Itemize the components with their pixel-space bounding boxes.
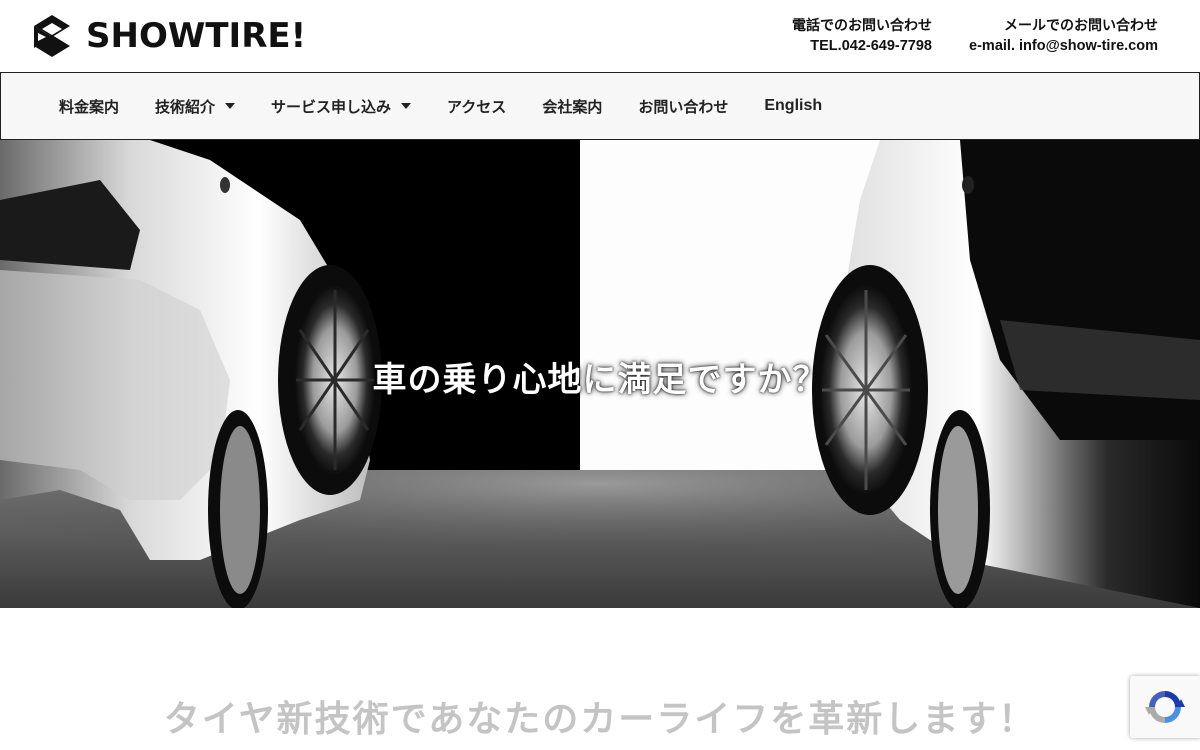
nav-item-label: 技術紹介: [155, 97, 216, 116]
hero-banner: 車の乗り心地に満足ですか？: [0, 140, 1200, 608]
recaptcha-icon: [1145, 691, 1185, 723]
nav-item-company[interactable]: 会社案内: [524, 73, 620, 139]
nav-item-label: アクセス: [447, 97, 507, 116]
email-address[interactable]: e-mail. info@show-tire.com: [969, 36, 1158, 56]
nav-item-pricing[interactable]: 料金案内: [41, 73, 137, 139]
phone-number[interactable]: TEL.042-649-7798: [792, 36, 932, 56]
chevron-down-icon: [225, 103, 236, 109]
nav-item-contact[interactable]: お問い合わせ: [620, 73, 746, 139]
mail-contact: メールでのお問い合わせ e-mail. info@show-tire.com: [969, 16, 1158, 56]
phone-contact-label: 電話でのお問い合わせ: [792, 18, 932, 34]
nav-item-access[interactable]: アクセス: [429, 73, 524, 139]
nav-item-service-application[interactable]: サービス申し込み: [253, 73, 429, 139]
recaptcha-badge[interactable]: [1130, 676, 1200, 738]
nav-item-label: 料金案内: [59, 97, 120, 116]
hero-headline: 車の乗り心地に満足ですか？: [372, 360, 828, 400]
mail-contact-label: メールでのお問い合わせ: [1004, 18, 1158, 34]
chevron-down-icon: [401, 103, 412, 109]
nav-item-label: 会社案内: [542, 97, 603, 116]
nav-item-label: お問い合わせ: [638, 97, 729, 116]
nav-item-technology[interactable]: 技術紹介: [137, 73, 253, 139]
site-logo[interactable]: SHOWTIRE!: [32, 13, 306, 59]
nav-item-label: English: [764, 97, 823, 114]
intro-heading: タイヤ新技術であなたのカーライフを革新します！: [163, 699, 1037, 740]
site-header: SHOWTIRE! 電話でのお問い合わせ TEL.042-649-7798 メー…: [0, 0, 1200, 72]
showtire-logo-icon: [34, 15, 70, 57]
nav-item-label: サービス申し込み: [271, 97, 392, 116]
phone-contact: 電話でのお問い合わせ TEL.042-649-7798: [792, 16, 932, 56]
brand-name: SHOWTIRE!: [86, 16, 307, 56]
main-nav: 料金案内 技術紹介 サービス申し込み アクセス 会社案内 お問い合わせ Engl…: [0, 72, 1200, 140]
nav-item-english[interactable]: English: [746, 73, 840, 139]
